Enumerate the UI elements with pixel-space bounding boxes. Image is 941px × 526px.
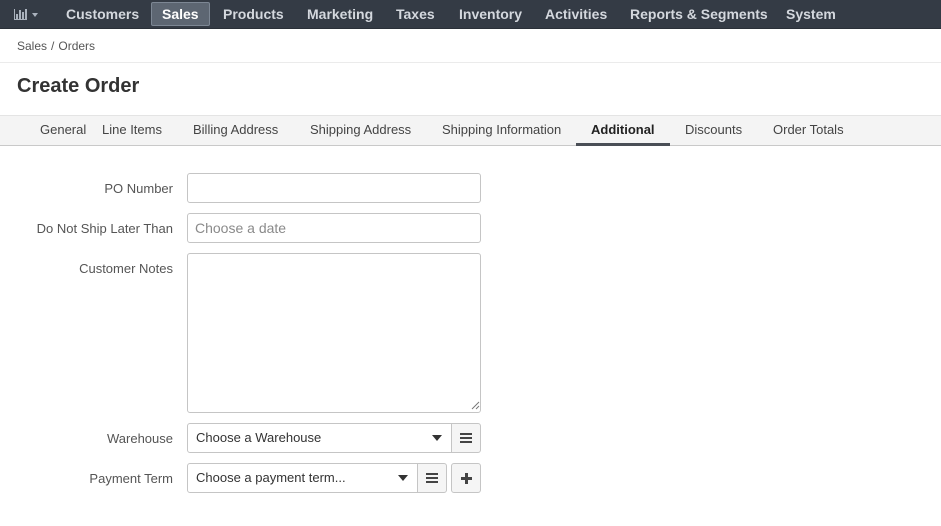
- warehouse-selected-value: Choose a Warehouse: [196, 430, 322, 445]
- payment-term-select[interactable]: Choose a payment term...: [187, 463, 418, 493]
- chevron-down-icon: [432, 435, 442, 441]
- nav-taxes[interactable]: Taxes: [396, 0, 435, 28]
- tab-shipping-address[interactable]: Shipping Address: [295, 116, 426, 146]
- warehouse-label: Warehouse: [107, 431, 173, 446]
- customer-notes-label: Customer Notes: [79, 261, 173, 276]
- po-number-input[interactable]: [187, 173, 481, 203]
- payment-term-selected-value: Choose a payment term...: [196, 470, 346, 485]
- nav-products[interactable]: Products: [223, 0, 284, 28]
- nav-marketing[interactable]: Marketing: [307, 0, 373, 28]
- tab-billing-address[interactable]: Billing Address: [178, 116, 293, 146]
- breadcrumb-separator: /: [51, 39, 55, 53]
- dashboard-menu-button[interactable]: [8, 4, 46, 25]
- breadcrumb-sales[interactable]: Sales: [17, 39, 47, 53]
- divider: [0, 62, 941, 63]
- ship-date-label: Do Not Ship Later Than: [36, 221, 173, 236]
- breadcrumb-orders[interactable]: Orders: [58, 39, 95, 53]
- top-navigation: Customers Sales Products Marketing Taxes…: [0, 0, 941, 29]
- page-title: Create Order: [17, 75, 140, 97]
- warehouse-list-button[interactable]: [451, 423, 481, 453]
- list-icon: [426, 473, 438, 483]
- breadcrumb: Sales / Orders: [17, 39, 95, 53]
- po-number-label: PO Number: [104, 181, 173, 196]
- payment-term-add-button[interactable]: [451, 463, 481, 493]
- payment-term-list-button[interactable]: [417, 463, 447, 493]
- tab-line-items[interactable]: Line Items: [87, 116, 177, 146]
- nav-inventory[interactable]: Inventory: [459, 0, 522, 28]
- payment-term-label: Payment Term: [89, 471, 173, 486]
- tab-discounts[interactable]: Discounts: [670, 116, 757, 146]
- resize-handle-icon[interactable]: [470, 400, 480, 410]
- bar-chart-icon: [14, 9, 27, 20]
- chevron-down-icon: [398, 475, 408, 481]
- nav-activities[interactable]: Activities: [545, 0, 607, 28]
- list-icon: [460, 433, 472, 443]
- tab-bar: General Line Items Billing Address Shipp…: [0, 115, 941, 146]
- warehouse-select[interactable]: Choose a Warehouse: [187, 423, 452, 453]
- customer-notes-textarea[interactable]: [187, 253, 481, 413]
- caret-down-icon: [32, 12, 38, 17]
- nav-system[interactable]: System: [786, 0, 836, 28]
- ship-date-input[interactable]: [187, 213, 481, 243]
- nav-reports-segments[interactable]: Reports & Segments: [630, 0, 768, 28]
- tab-order-totals[interactable]: Order Totals: [758, 116, 859, 146]
- nav-customers[interactable]: Customers: [66, 0, 139, 28]
- tab-shipping-information[interactable]: Shipping Information: [427, 116, 576, 146]
- nav-sales[interactable]: Sales: [151, 2, 210, 26]
- plus-icon: [460, 472, 472, 484]
- tab-additional[interactable]: Additional: [576, 116, 670, 146]
